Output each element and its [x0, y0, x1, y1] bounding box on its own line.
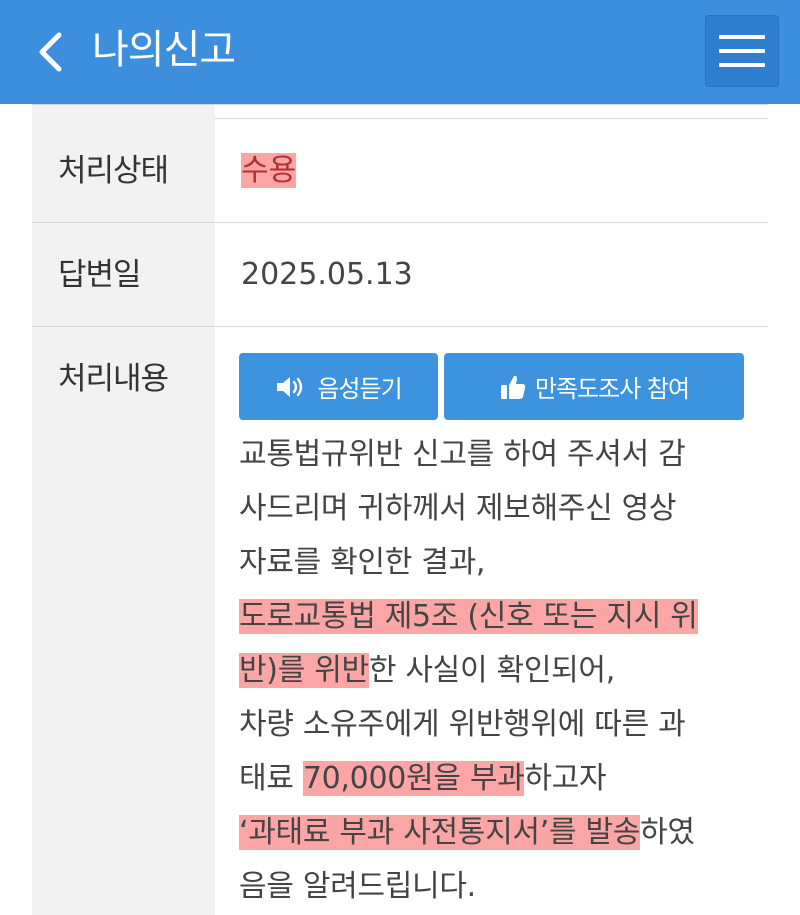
- thumbs-up-icon: [500, 375, 526, 399]
- answer-date-label: 답변일: [32, 223, 215, 326]
- table-row-status: 처리상태 수용: [32, 119, 768, 223]
- action-buttons: 음성듣기 만족도조사 참여: [239, 353, 748, 420]
- answer-date-value: 2025.05.13: [241, 257, 413, 292]
- table-row-date: 답변일 2025.05.13: [32, 223, 768, 327]
- menu-button[interactable]: [705, 15, 779, 87]
- chevron-left-icon: [39, 32, 62, 72]
- content-line: 도로교통법 제5조 (신호 또는 지시 위: [239, 590, 748, 644]
- highlighted-text: ‘과태료 부과 사전통지서’를 발송: [239, 815, 641, 850]
- content-line: 차량 소유주에게 위반행위에 따른 과: [239, 707, 686, 742]
- listen-voice-button[interactable]: 음성듣기: [239, 353, 438, 420]
- listen-voice-label: 음성듣기: [317, 375, 402, 403]
- status-value-cell: 수용: [215, 119, 768, 222]
- highlighted-text: 도로교통법 제5조 (신호 또는 지시 위: [239, 599, 698, 634]
- speaker-icon: [277, 376, 303, 397]
- hamburger-menu-icon: [719, 35, 765, 39]
- table-row: [32, 105, 768, 119]
- content-line: 사드리며 귀하께서 제보해주신 영상: [239, 491, 677, 526]
- back-button[interactable]: [22, 24, 78, 80]
- response-content-text: 교통법규위반 신고를 하여 주셔서 감 사드리며 귀하께서 제보해주신 영상 자…: [239, 428, 748, 914]
- content-line: 음을 알려드립니다.: [239, 869, 476, 904]
- highlighted-text: 70,000원을 부과: [302, 761, 525, 796]
- content-line: 반)를 위반한 사실이 확인되어,: [239, 653, 615, 688]
- content-label: 처리내용: [32, 327, 215, 915]
- content-line: ‘과태료 부과 사전통지서’를 발송하였: [239, 815, 695, 850]
- table-row-content: 처리내용 음성듣기 만족도조사 참여 교통법규위반 신고를 하여 주셔서 감 사…: [32, 327, 768, 915]
- satisfaction-survey-label: 만족도조사 참여: [534, 375, 690, 403]
- status-label: 처리상태: [32, 119, 215, 222]
- satisfaction-survey-button[interactable]: 만족도조사 참여: [444, 353, 744, 420]
- highlighted-text: 반)를 위반: [239, 653, 369, 688]
- page-title: 나의신고: [92, 27, 236, 73]
- status-badge: 수용: [241, 153, 297, 188]
- content-line: 태료 70,000원을 부과하고자: [239, 761, 607, 796]
- content-cell: 음성듣기 만족도조사 참여 교통법규위반 신고를 하여 주셔서 감 사드리며 귀…: [215, 327, 768, 915]
- content-line: 교통법규위반 신고를 하여 주셔서 감: [239, 437, 686, 472]
- content-line: 자료를 확인한 결과,: [239, 545, 486, 580]
- report-detail-table: 처리상태 수용 답변일 2025.05.13 처리내용 음성듣기 만족도조사 참…: [32, 104, 768, 915]
- app-header: 나의신고: [0, 0, 800, 104]
